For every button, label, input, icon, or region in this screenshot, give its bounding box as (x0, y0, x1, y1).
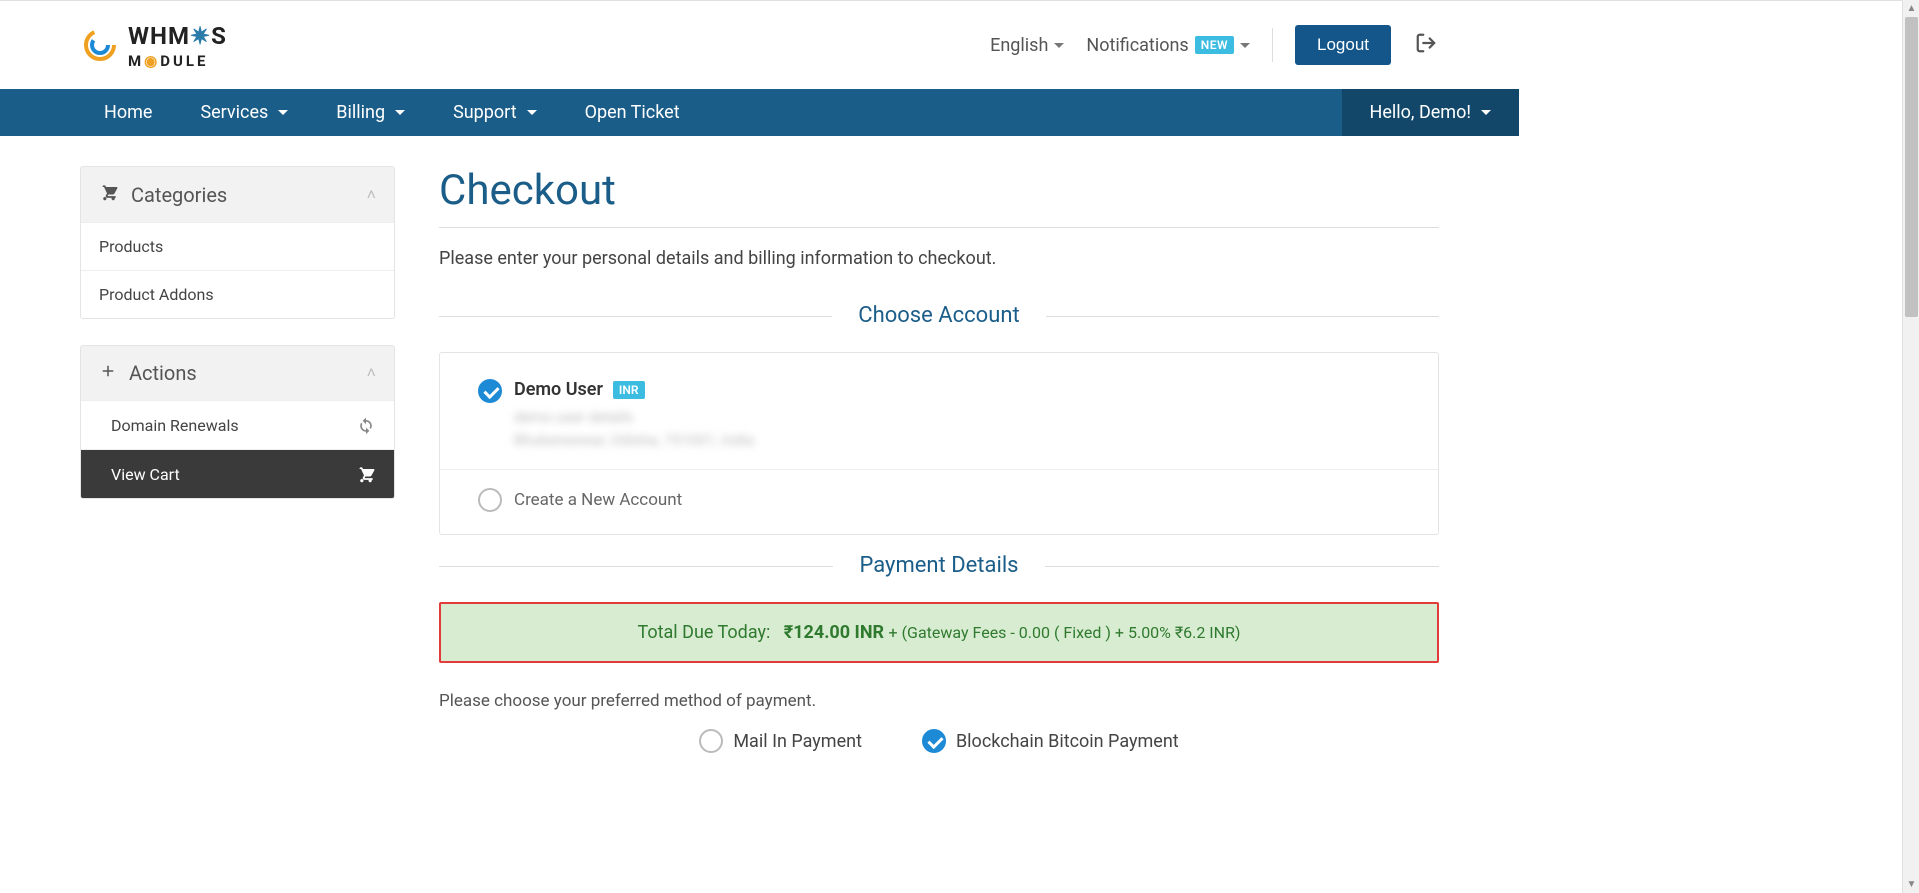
page-intro: Please enter your personal details and b… (439, 248, 1439, 269)
pay-method-label: Mail In Payment (733, 731, 862, 752)
exit-icon[interactable] (1413, 32, 1439, 58)
payment-instruction: Please choose your preferred method of p… (439, 691, 1439, 711)
top-header: WHM✷S M◉DULE English Notifications NEW L… (0, 1, 1519, 89)
divider (1272, 28, 1273, 62)
scroll-thumb[interactable] (1905, 17, 1918, 317)
account-option-new[interactable]: Create a New Account (440, 469, 1438, 512)
total-due-alert: Total Due Today: ₹124.00 INR + (Gateway … (439, 602, 1439, 663)
radio-checked-icon (478, 379, 502, 403)
radio-unchecked-icon (478, 488, 502, 512)
sidebar-item-label: View Cart (111, 465, 180, 484)
nav-user-label: Hello, Demo! (1370, 102, 1471, 123)
nav-home-label: Home (104, 102, 152, 123)
refresh-icon (356, 415, 376, 435)
nav-services-label: Services (200, 102, 268, 123)
sidebar-item-view-cart[interactable]: View Cart (81, 449, 394, 498)
nav-user-dropdown[interactable]: Hello, Demo! (1342, 89, 1519, 136)
nav-billing-label: Billing (336, 102, 385, 123)
scroll-up-icon[interactable]: ▲ (1903, 0, 1919, 17)
logo-text-2b: DULE (160, 52, 208, 70)
actions-title: Actions (129, 361, 197, 385)
caret-down-icon (1481, 110, 1491, 115)
account-card: Demo User INR demo user details Bhubanes… (439, 352, 1439, 535)
logo-swirl-icon (80, 25, 120, 65)
nav-support-label: Support (453, 102, 517, 123)
radio-checked-icon (922, 729, 946, 753)
actions-panel: Actions ˄ Domain Renewals View Cart (80, 345, 395, 499)
notifications-dropdown[interactable]: Notifications NEW (1086, 35, 1250, 56)
cart-icon (99, 182, 119, 207)
payment-details-divider: Payment Details (439, 553, 1439, 578)
payment-methods: Mail In Payment Blockchain Bitcoin Payme… (439, 729, 1439, 753)
logo[interactable]: WHM✷S M◉DULE (80, 16, 280, 74)
payment-details-heading: Payment Details (833, 553, 1044, 578)
language-label: English (990, 35, 1048, 56)
currency-badge: INR (613, 381, 645, 399)
sidebar: Categories ˄ Products Product Addons Act… (80, 166, 395, 525)
actions-panel-header[interactable]: Actions ˄ (81, 346, 394, 400)
caret-down-icon (527, 110, 537, 115)
total-due-fees: + (Gateway Fees - 0.00 ( Fixed ) + 5.00%… (889, 623, 1241, 642)
logo-gear-icon: ✷ (190, 22, 211, 50)
logo-swirl-icon-2: ◉ (144, 52, 160, 70)
logo-text-1b: S (211, 22, 227, 50)
plus-icon (99, 361, 117, 385)
sidebar-item-label: Products (99, 237, 163, 256)
notifications-new-badge: NEW (1195, 36, 1234, 54)
caret-down-icon (1054, 43, 1064, 48)
pay-method-bitcoin[interactable]: Blockchain Bitcoin Payment (922, 729, 1179, 753)
logo-text-2a: M (128, 52, 144, 70)
caret-down-icon (1240, 43, 1250, 48)
cart-icon (356, 464, 376, 484)
scrollbar[interactable]: ▲ ▼ (1902, 0, 1919, 893)
sidebar-item-label: Domain Renewals (111, 416, 239, 435)
account-address-blurred: demo user details Bhubaneswar, Odisha, 7… (514, 406, 754, 451)
choose-account-heading: Choose Account (832, 303, 1045, 328)
radio-unchecked-icon (699, 729, 723, 753)
language-selector[interactable]: English (990, 35, 1064, 56)
notifications-label: Notifications (1086, 35, 1188, 56)
total-due-amount: ₹124.00 INR (784, 622, 884, 643)
sidebar-item-domain-renewals[interactable]: Domain Renewals (81, 400, 394, 449)
nav-open-ticket[interactable]: Open Ticket (561, 89, 704, 136)
caret-down-icon (395, 110, 405, 115)
create-new-account-label: Create a New Account (514, 490, 682, 510)
pay-method-mail[interactable]: Mail In Payment (699, 729, 862, 753)
choose-account-divider: Choose Account (439, 303, 1439, 328)
nav-home[interactable]: Home (80, 89, 176, 136)
sidebar-item-products[interactable]: Products (81, 222, 394, 270)
nav-open-ticket-label: Open Ticket (585, 102, 680, 123)
categories-panel: Categories ˄ Products Product Addons (80, 166, 395, 319)
nav-billing[interactable]: Billing (312, 89, 429, 136)
main-content: Checkout Please enter your personal deta… (439, 166, 1439, 753)
categories-title: Categories (131, 183, 227, 207)
page-title: Checkout (439, 166, 1439, 215)
caret-down-icon (278, 110, 288, 115)
nav-support[interactable]: Support (429, 89, 561, 136)
nav-services[interactable]: Services (176, 89, 312, 136)
logo-text-1a: WHM (128, 22, 190, 50)
pay-method-label: Blockchain Bitcoin Payment (956, 731, 1179, 752)
logout-button[interactable]: Logout (1295, 25, 1391, 65)
chevron-up-icon: ˄ (367, 363, 376, 383)
main-navbar: Home Services Billing Support Open Ticke… (0, 89, 1519, 136)
divider (439, 227, 1439, 228)
sidebar-item-product-addons[interactable]: Product Addons (81, 270, 394, 318)
sidebar-item-label: Product Addons (99, 285, 214, 304)
chevron-up-icon: ˄ (367, 185, 376, 205)
account-name: Demo User (514, 379, 603, 400)
total-due-label: Total Due Today: (637, 622, 770, 643)
account-option-existing[interactable]: Demo User INR demo user details Bhubanes… (478, 375, 1400, 469)
scroll-down-icon[interactable]: ▼ (1903, 876, 1919, 893)
categories-panel-header[interactable]: Categories ˄ (81, 167, 394, 222)
